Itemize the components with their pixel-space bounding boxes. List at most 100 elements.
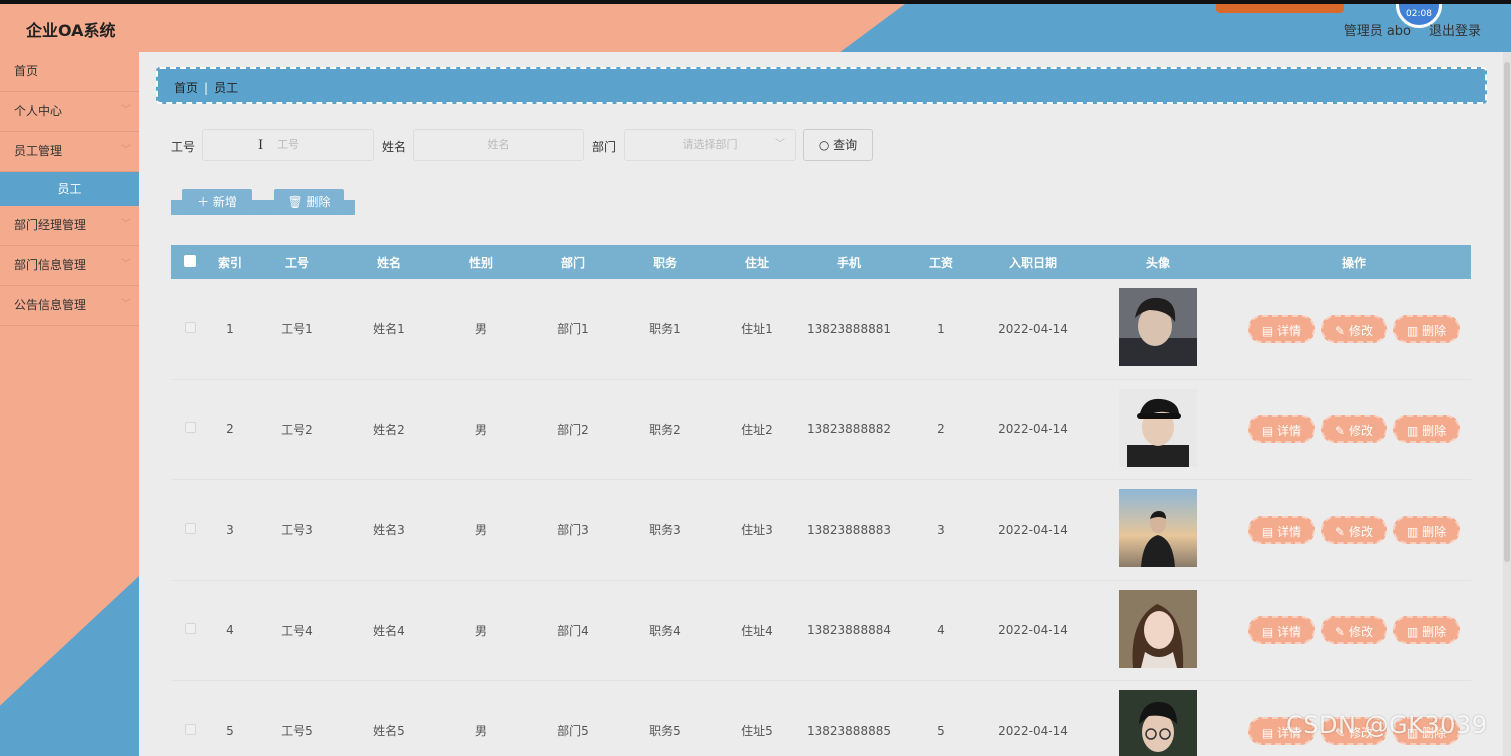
- delete-button[interactable]: ▥ 删除: [1392, 515, 1461, 544]
- cell-dept: 部门2: [557, 422, 589, 437]
- cell-date: 2022-04-14: [998, 623, 1068, 638]
- cell-position: 职务3: [649, 523, 681, 538]
- search-button-label: 查询: [833, 138, 858, 152]
- chevron-down-icon: ﹀: [121, 219, 131, 230]
- cell-gender: 男: [474, 322, 487, 337]
- edit-icon: ✎: [1335, 625, 1346, 640]
- cell-name: 姓名4: [373, 623, 405, 638]
- chevron-down-icon: ﹀: [775, 139, 785, 150]
- cell-dept: 部门5: [557, 724, 589, 739]
- scrollbar-thumb[interactable]: [1504, 62, 1510, 562]
- delete-button-label: 删除: [1422, 424, 1447, 439]
- table-row: 4 工号4 姓名4 男 部门4 职务4 住址4 13823888884 4 20…: [171, 581, 1471, 681]
- vertical-scrollbar[interactable]: [1503, 52, 1511, 756]
- breadcrumb-home[interactable]: 首页: [174, 81, 198, 95]
- cell-actions: ▤ 详情 ✎ 修改 ▥ 删除: [1237, 515, 1471, 544]
- button-decoration: [251, 200, 263, 215]
- edit-icon: ✎: [1335, 424, 1346, 439]
- edit-button-label: 修改: [1348, 323, 1373, 338]
- add-button[interactable]: ＋ 新增: [171, 189, 263, 215]
- dept-select[interactable]: 请选择部门 ﹀: [624, 129, 796, 161]
- cell-address: 住址1: [741, 322, 773, 337]
- cell-phone: 13823888882: [807, 422, 891, 437]
- delete-button-label: 删除: [1422, 524, 1447, 539]
- cell-salary: 5: [937, 723, 945, 738]
- edit-icon: ✎: [1335, 323, 1346, 338]
- trash-icon: ▥: [1406, 424, 1419, 439]
- cell-gender: 男: [474, 523, 487, 538]
- row-checkbox[interactable]: [171, 422, 209, 436]
- cell-address: 住址4: [741, 623, 773, 638]
- text-cursor-icon: I: [258, 138, 264, 153]
- employee-table: 索引 工号 姓名 性别 部门 职务 住址 手机 工资 入职日期 头像 操作 1 …: [171, 245, 1471, 756]
- row-checkbox[interactable]: [171, 623, 209, 637]
- row-checkbox[interactable]: [171, 321, 209, 336]
- cell-index: 1: [226, 321, 234, 336]
- select-all-checkbox[interactable]: [171, 254, 209, 270]
- row-checkbox[interactable]: [171, 723, 209, 738]
- cell-address: 住址3: [741, 523, 773, 538]
- detail-button[interactable]: ▤ 详情: [1247, 415, 1316, 444]
- edit-button[interactable]: ✎ 修改: [1321, 415, 1387, 444]
- cell-index: 5: [226, 723, 234, 738]
- delete-button-label: 删除: [306, 195, 331, 209]
- detail-button[interactable]: ▤ 详情: [1247, 314, 1316, 343]
- name-input[interactable]: 姓名: [413, 129, 584, 161]
- column-header: 工号: [284, 255, 309, 270]
- table-row: 1 工号1 姓名1 男 部门1 职务1 住址1 13823888881 1 20…: [171, 279, 1471, 380]
- sidebar-item-dept-manager-management[interactable]: 部门经理管理 ﹀: [0, 206, 139, 246]
- delete-button[interactable]: ▥ 删除: [1392, 415, 1461, 444]
- cell-index: 2: [226, 422, 234, 437]
- sidebar-item-notice-management[interactable]: 公告信息管理 ﹀: [0, 286, 139, 326]
- cell-index: 3: [226, 522, 234, 537]
- edit-button-label: 修改: [1348, 625, 1373, 640]
- detail-button[interactable]: ▤ 详情: [1247, 616, 1316, 645]
- cell-actions: ▤ 详情 ✎ 修改 ▥ 删除: [1237, 314, 1471, 343]
- dept-label: 部门: [592, 140, 617, 154]
- detail-button-label: 详情: [1277, 524, 1302, 539]
- sidebar-item-label: 部门经理管理: [14, 218, 87, 232]
- trash-icon: 🗑: [287, 195, 303, 209]
- cell-actions: ▤ 详情 ✎ 修改 ▥ 删除: [1237, 616, 1471, 645]
- cell-address: 住址5: [741, 724, 773, 739]
- delete-button[interactable]: ▥ 删除: [1392, 616, 1461, 645]
- cell-salary: 4: [937, 623, 945, 638]
- sidebar-item-dept-info-management[interactable]: 部门信息管理 ﹀: [0, 246, 139, 286]
- delete-button[interactable]: ▥ 删除: [1392, 314, 1461, 343]
- table-row: 2 工号2 姓名2 男 部门2 职务2 住址2 13823888882 2 20…: [171, 380, 1471, 480]
- name-label: 姓名: [382, 140, 407, 154]
- cell-gender: 男: [474, 623, 487, 638]
- edit-button[interactable]: ✎ 修改: [1321, 515, 1387, 544]
- column-header: 部门: [560, 255, 585, 270]
- sidebar-item-label: 首页: [14, 64, 39, 78]
- cell-phone: 13823888885: [807, 723, 891, 738]
- search-button[interactable]: ○ 查询: [803, 129, 873, 161]
- sidebar-item-home[interactable]: 首页: [0, 52, 139, 92]
- job-no-input[interactable]: 工号: [202, 129, 374, 161]
- document-icon: ▤: [1261, 524, 1274, 539]
- button-decoration: [171, 200, 183, 215]
- app-title: 企业OA系统: [26, 21, 116, 40]
- app-header: 02:08 企业OA系统 管理员 abo 退出登录: [0, 0, 1511, 52]
- column-header: 头像: [1145, 255, 1170, 270]
- cell-job-no: 工号2: [281, 422, 313, 437]
- current-user: 管理员 abo: [1343, 24, 1411, 39]
- checkbox-icon: [184, 723, 196, 735]
- cell-dept: 部门4: [557, 623, 589, 638]
- detail-button[interactable]: ▤ 详情: [1247, 515, 1316, 544]
- cell-gender: 男: [474, 724, 487, 739]
- watermark: CSDN @GK3039: [1286, 711, 1488, 739]
- edit-button[interactable]: ✎ 修改: [1321, 314, 1387, 343]
- logout-link[interactable]: 退出登录: [1429, 20, 1481, 39]
- edit-icon: ✎: [1335, 524, 1346, 539]
- cell-avatar: [1079, 489, 1237, 570]
- edit-button[interactable]: ✎ 修改: [1321, 616, 1387, 645]
- sidebar-subitem-employee[interactable]: 员工: [0, 172, 139, 206]
- cell-job-no: 工号4: [281, 623, 313, 638]
- batch-delete-button[interactable]: 🗑 删除: [263, 189, 355, 215]
- sidebar-item-label: 公告信息管理: [14, 298, 87, 312]
- cell-job-no: 工号3: [281, 523, 313, 538]
- row-checkbox[interactable]: [171, 522, 209, 537]
- button-decoration: [263, 200, 275, 215]
- sidebar-item-personal-center[interactable]: 个人中心 ﹀: [0, 92, 139, 132]
